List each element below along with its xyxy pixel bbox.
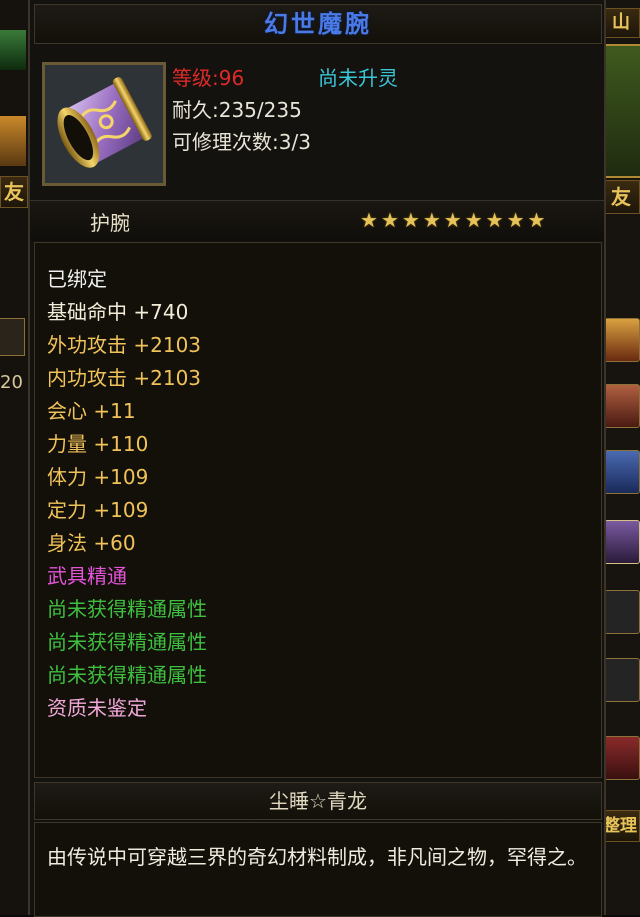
attribute-line: 定力 +109 <box>47 498 149 522</box>
left-number: 20 <box>0 372 23 393</box>
slot-type: 护腕 <box>90 211 130 235</box>
bag-slot-6-icon[interactable] <box>604 658 640 702</box>
friend-tab-right[interactable]: 友 <box>602 180 640 214</box>
star-icon: ★ <box>360 208 378 232</box>
friend-tab-left[interactable]: 友 <box>0 176 28 208</box>
attribute-line: 体力 +109 <box>47 465 149 489</box>
minimap-icon <box>602 44 640 178</box>
right-game-ui: 山 友 整理 <box>602 0 640 915</box>
attribute-line: 身法 +60 <box>47 531 136 555</box>
left-game-ui: 友 20 <box>0 0 30 915</box>
attribute-line: 外功攻击 +2103 <box>47 333 202 357</box>
attribute-line: 力量 +110 <box>47 432 149 456</box>
bag-slot-3-icon[interactable] <box>604 450 640 494</box>
bag-slot-4-icon[interactable] <box>604 520 640 564</box>
mountain-tab[interactable]: 山 <box>602 8 640 38</box>
durability: 耐久:235/235 <box>172 98 302 122</box>
attribute-line: 基础命中 +740 <box>47 300 189 324</box>
bag-slot-7-icon[interactable] <box>604 736 640 780</box>
bracer-icon <box>42 62 166 186</box>
star-icon: ★ <box>401 208 420 232</box>
attribute-line: 资质未鉴定 <box>47 696 147 720</box>
star-icon: ★ <box>380 208 399 232</box>
item-description: 由传说中可穿越三界的奇幻材料制成，非凡间之物，罕得之。 <box>47 845 587 869</box>
star-icon: ★ <box>485 208 504 232</box>
organize-button[interactable]: 整理 <box>602 810 640 842</box>
attribute-line: 尚未获得精通属性 <box>47 630 207 654</box>
item-tooltip: 幻世魔腕 等级:96 尚未升灵 耐久:235/235 可修理次数:3/3 护腕 … <box>28 0 606 917</box>
left-bar-icon <box>0 30 26 70</box>
star-icon: ★ <box>443 208 462 232</box>
attribute-list: 已绑定基础命中 +740 外功攻击 +2103 内功攻击 +2103 会心 +11 力量… <box>34 242 602 778</box>
attribute-line: 内功攻击 +2103 <box>47 366 202 390</box>
attribute-line: 武具精通 <box>47 564 127 588</box>
spirit-status: 尚未升灵 <box>318 66 398 90</box>
attribute-line: 已绑定 <box>47 267 107 291</box>
description-box: 由传说中可穿越三界的奇幻材料制成，非凡间之物，罕得之。 <box>34 822 602 917</box>
left-portrait-icon <box>0 116 26 166</box>
slot-type-row: 护腕 ★ ★ ★ ★ ★ ★ ★ ★ ★ <box>30 200 604 241</box>
item-level: 等级:96 <box>172 66 245 90</box>
left-button[interactable] <box>0 318 25 356</box>
star-icon: ★ <box>506 208 525 232</box>
item-name: 幻世魔腕 <box>34 4 602 44</box>
bag-slot-5-icon[interactable] <box>604 590 640 634</box>
repair-count: 可修理次数:3/3 <box>172 130 311 154</box>
attribute-line: 尚未获得精通属性 <box>47 663 207 687</box>
item-header: 等级:96 尚未升灵 耐久:235/235 可修理次数:3/3 <box>30 46 604 198</box>
star-icon: ★ <box>464 208 483 232</box>
set-name: 尘睡☆青龙 <box>34 782 602 820</box>
attribute-line: 会心 +11 <box>47 399 136 423</box>
bracer-icon-graphic <box>45 65 163 183</box>
star-rating: ★ ★ ★ ★ ★ ★ ★ ★ ★ <box>360 209 545 231</box>
star-icon: ★ <box>422 208 441 232</box>
star-icon: ★ <box>527 208 546 232</box>
attribute-line: 尚未获得精通属性 <box>47 597 207 621</box>
bag-slot-1-icon[interactable] <box>604 318 640 362</box>
bag-slot-2-icon[interactable] <box>604 384 640 428</box>
